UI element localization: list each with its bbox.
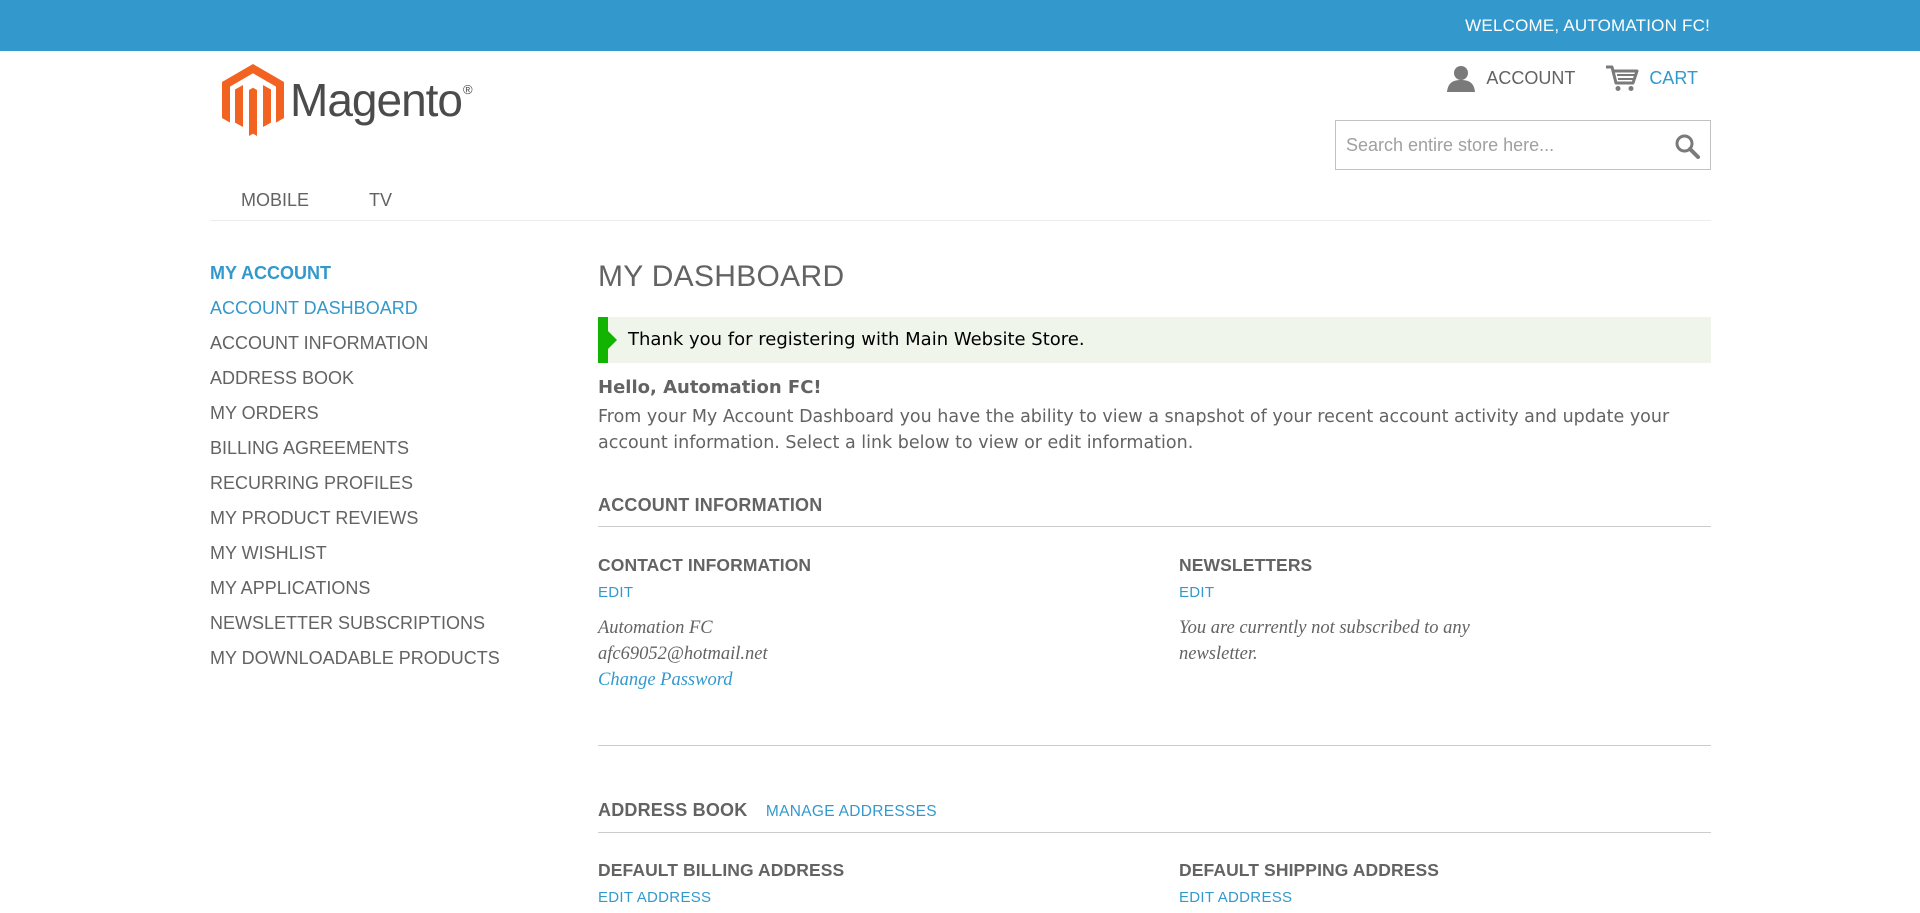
newsletters-edit-link[interactable]: EDIT [1179, 584, 1709, 601]
account-information-title: ACCOUNT INFORMATION [598, 495, 823, 515]
contact-edit-link[interactable]: EDIT [598, 584, 1158, 601]
account-information-header: ACCOUNT INFORMATION [598, 495, 1711, 527]
default-billing-address-title: DEFAULT BILLING ADDRESS [598, 860, 845, 880]
success-message: Thank you for registering with Main Webs… [598, 317, 1711, 363]
user-icon [1447, 66, 1476, 92]
sidebar-item-newsletter-subscriptions[interactable]: NEWSLETTER SUBSCRIPTIONS [210, 613, 540, 648]
sidebar-item-account-dashboard[interactable]: ACCOUNT DASHBOARD [210, 298, 540, 333]
header-links: ACCOUNT CART [1446, 64, 1698, 92]
newsletter-status: You are currently not subscribed to any … [1179, 615, 1709, 667]
nav-item-tv[interactable]: TV [369, 190, 392, 211]
top-bar: WELCOME, AUTOMATION FC! [0, 0, 1920, 51]
sidebar-item-my-wishlist[interactable]: MY WISHLIST [210, 543, 540, 578]
edit-shipping-address-link[interactable]: EDIT ADDRESS [1179, 889, 1709, 906]
main-navigation: MOBILE TV [210, 190, 1711, 221]
newsletter-status-line-2: newsletter. [1179, 644, 1258, 664]
contact-information-title: CONTACT INFORMATION [598, 555, 812, 575]
address-book-header: ADDRESS BOOK MANAGE ADDRESSES [598, 800, 1711, 833]
section-divider [598, 745, 1711, 746]
welcome-message: WELCOME, AUTOMATION FC! [1465, 16, 1710, 35]
address-book-title: ADDRESS BOOK [598, 800, 748, 820]
sidebar-item-my-orders[interactable]: MY ORDERS [210, 403, 540, 438]
magento-logo-icon [222, 64, 284, 136]
contact-details: Automation FC afc69052@hotmail.net Chang… [598, 615, 1158, 693]
account-link[interactable]: ACCOUNT [1446, 64, 1575, 92]
customer-email: afc69052@hotmail.net [598, 644, 768, 664]
sidebar-item-my-applications[interactable]: MY APPLICATIONS [210, 578, 540, 613]
cart-link[interactable]: CART [1605, 64, 1698, 92]
brand-name: Magento® [290, 74, 473, 126]
sidebar-item-my-product-reviews[interactable]: MY PRODUCT REVIEWS [210, 508, 540, 543]
sidebar-item-billing-agreements[interactable]: BILLING AGREEMENTS [210, 438, 540, 473]
customer-name: Automation FC [598, 618, 713, 638]
search-input[interactable] [1336, 121, 1656, 169]
dashboard-sections: ACCOUNT INFORMATION CONTACT INFORMATION … [598, 495, 1711, 913]
success-message-text: Thank you for registering with Main Webs… [628, 329, 1085, 350]
search-box [1335, 120, 1711, 170]
account-link-label: ACCOUNT [1486, 67, 1576, 88]
greeting: Hello, Automation FC! [598, 377, 822, 398]
page-title: MY DASHBOARD [598, 260, 845, 293]
magento-logo[interactable]: Magento® [222, 62, 473, 138]
newsletters-box: NEWSLETTERS EDIT You are currently not s… [1179, 555, 1709, 667]
newsletter-status-line-1: You are currently not subscribed to any [1179, 618, 1470, 638]
change-password-link[interactable]: Change Password [598, 670, 732, 690]
manage-addresses-link[interactable]: MANAGE ADDRESSES [766, 803, 937, 820]
default-shipping-address-box: DEFAULT SHIPPING ADDRESS EDIT ADDRESS [1179, 860, 1709, 906]
sidebar-item-account-information[interactable]: ACCOUNT INFORMATION [210, 333, 540, 368]
edit-billing-address-link[interactable]: EDIT ADDRESS [598, 889, 1158, 906]
search-icon[interactable] [1674, 133, 1700, 159]
sidebar-item-address-book[interactable]: ADDRESS BOOK [210, 368, 540, 403]
contact-information-box: CONTACT INFORMATION EDIT Automation FC a… [598, 555, 1158, 693]
newsletters-title: NEWSLETTERS [1179, 555, 1313, 575]
sidebar-title: MY ACCOUNT [210, 263, 331, 283]
dashboard-main: MY DASHBOARD Thank you for registering w… [598, 257, 1711, 456]
default-shipping-address-title: DEFAULT SHIPPING ADDRESS [1179, 860, 1440, 880]
cart-icon [1606, 65, 1639, 91]
sidebar-item-recurring-profiles[interactable]: RECURRING PROFILES [210, 473, 540, 508]
success-arrow-icon [608, 331, 617, 349]
sidebar-item-my-downloadable-products[interactable]: MY DOWNLOADABLE PRODUCTS [210, 648, 540, 683]
cart-link-label: CART [1649, 67, 1698, 88]
account-sidebar: MY ACCOUNT ACCOUNT DASHBOARD ACCOUNT INF… [210, 263, 540, 683]
dashboard-intro: From your My Account Dashboard you have … [598, 407, 1670, 453]
default-billing-address-box: DEFAULT BILLING ADDRESS EDIT ADDRESS [598, 860, 1158, 906]
nav-item-mobile[interactable]: MOBILE [241, 190, 309, 211]
